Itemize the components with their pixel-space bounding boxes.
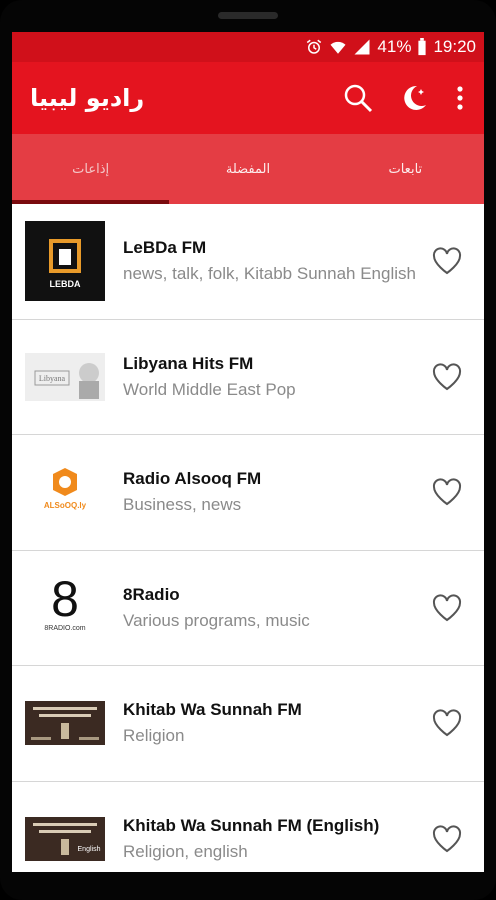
list-item[interactable]: Libyana Libyana Hits FM World Middle Eas…	[12, 320, 484, 435]
moon-star-icon	[404, 85, 426, 110]
station-desc: news, talk, folk, Kitabb Sunnah English	[123, 264, 416, 284]
wifi-icon	[330, 41, 346, 54]
battery-icon	[418, 38, 427, 56]
station-info: Libyana Hits FM World Middle East Pop	[123, 354, 484, 400]
logo-subtext: 8RADIO.com	[44, 625, 85, 632]
tab-followed[interactable]: تابعات	[327, 134, 484, 204]
station-desc: World Middle East Pop	[123, 379, 296, 399]
tab-favorites[interactable]: المفضلة	[169, 134, 326, 204]
status-bar: 41% 19:20	[12, 32, 484, 62]
logo-text: ALSoOQ.ly	[44, 501, 87, 510]
search-icon	[344, 84, 373, 113]
station-logo: English	[25, 816, 105, 861]
station-logo	[25, 701, 105, 746]
overflow-menu-button[interactable]	[454, 82, 466, 114]
station-logo: 8 8RADIO.com	[25, 568, 105, 648]
station-name: Khitab Wa Sunnah FM (English)	[123, 815, 380, 835]
app-bar: راديو ليبيا	[12, 62, 484, 134]
station-info: Khitab Wa Sunnah FM Religion	[123, 700, 484, 746]
phone-frame: 41% 19:20 راديو ليبيا إذاعات المفضلة تاب	[0, 0, 496, 900]
station-name: LeBDa FM	[123, 238, 207, 258]
logo-text: Libyana	[39, 374, 66, 383]
heart-outline-icon[interactable]	[432, 247, 462, 275]
clock: 19:20	[433, 37, 476, 56]
heart-outline-icon[interactable]	[432, 825, 462, 853]
station-name: 8Radio	[123, 584, 180, 604]
station-desc: Business, news	[123, 495, 242, 515]
station-info: Khitab Wa Sunnah FM (English) Religion, …	[123, 816, 484, 862]
logo-text: LEBDA	[50, 279, 81, 289]
list-item[interactable]: LEBDA LeBDa FM news, talk, folk, Kitabb …	[12, 204, 484, 320]
list-item[interactable]: 8 8RADIO.com 8Radio Various programs, mu…	[12, 551, 484, 666]
alarm-icon	[307, 39, 322, 54]
list-item[interactable]: ALSoOQ.ly Radio Alsooq FM Business, news	[12, 435, 484, 551]
station-info: LeBDa FM news, talk, folk, Kitabb Sunnah…	[123, 238, 484, 284]
app-bar-actions	[342, 82, 466, 114]
heart-outline-icon[interactable]	[432, 478, 462, 506]
station-name: Khitab Wa Sunnah FM	[123, 700, 302, 720]
station-desc: Various programs, music	[123, 610, 310, 630]
station-logo: Libyana	[25, 352, 105, 401]
tab-bar: إذاعات المفضلة تابعات	[12, 134, 484, 204]
logo-text: English	[78, 846, 101, 853]
heart-outline-icon[interactable]	[432, 363, 462, 391]
search-button[interactable]	[342, 82, 374, 114]
list-item[interactable]: English Khitab Wa Sunnah FM (English) Re…	[12, 782, 484, 873]
battery-percent: 41%	[377, 37, 412, 56]
signal-icon	[354, 39, 370, 55]
station-desc: Religion	[123, 726, 185, 746]
station-desc: Religion, english	[123, 841, 248, 861]
screen: 41% 19:20 راديو ليبيا إذاعات المفضلة تاب	[12, 32, 484, 872]
station-name: Radio Alsooq FM	[123, 469, 262, 489]
more-vert-icon	[457, 86, 463, 110]
station-list: LEBDA LeBDa FM news, talk, folk, Kitabb …	[12, 204, 484, 872]
logo-text: 8	[51, 571, 79, 627]
list-item[interactable]: Khitab Wa Sunnah FM Religion	[12, 666, 484, 782]
phone-speaker	[218, 12, 278, 19]
heart-outline-icon[interactable]	[432, 594, 462, 622]
station-info: 8Radio Various programs, music	[123, 585, 484, 631]
station-name: Libyana Hits FM	[123, 353, 254, 373]
app-title: راديو ليبيا	[30, 84, 145, 112]
station-info: Radio Alsooq FM Business, news	[123, 469, 484, 515]
heart-outline-icon[interactable]	[432, 709, 462, 737]
tab-stations[interactable]: إذاعات	[12, 134, 169, 204]
night-mode-button[interactable]	[398, 82, 430, 114]
station-logo: ALSoOQ.ly	[25, 452, 105, 532]
station-logo: LEBDA	[25, 221, 105, 302]
